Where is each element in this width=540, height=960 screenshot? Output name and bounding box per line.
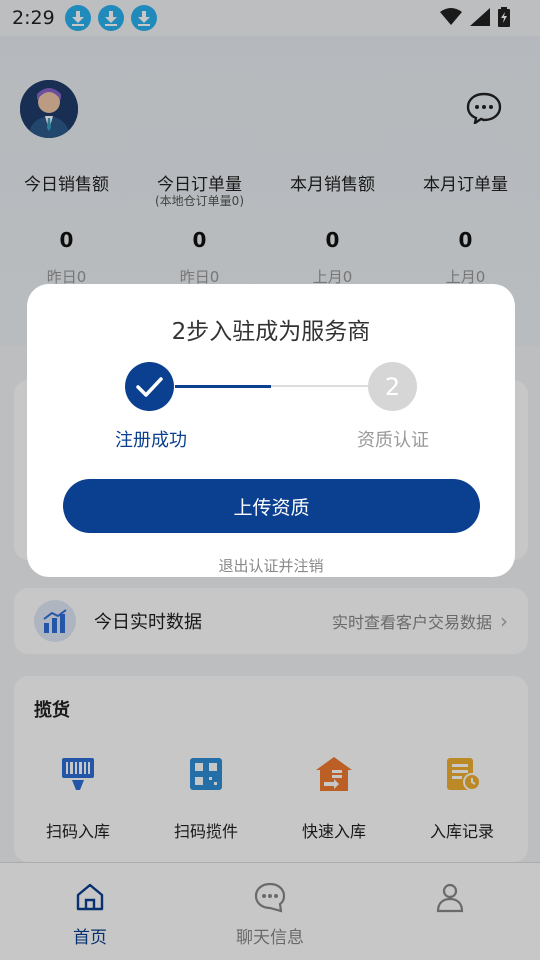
upload-qualification-button[interactable]: 上传资质 — [63, 479, 480, 533]
step-1-label: 注册成功 — [115, 430, 187, 451]
app-screen: 2:29 今日销售额 0 昨日0 今日订单量 (本地仓订单量0) 0 昨日0 本… — [0, 0, 540, 960]
step-line-done — [175, 385, 271, 388]
exit-and-deregister-link[interactable]: 退出认证并注销 — [27, 555, 515, 576]
step-2-indicator: 2 — [368, 362, 417, 411]
step-2-label: 资质认证 — [357, 430, 429, 451]
step-1-indicator — [125, 362, 174, 411]
onboarding-dialog: 2步入驻成为服务商 2 注册成功 资质认证 上传资质 退出认证并注销 — [27, 284, 515, 577]
check-icon — [136, 377, 163, 397]
step-line-pending — [271, 385, 371, 387]
dialog-title: 2步入驻成为服务商 — [171, 319, 371, 345]
